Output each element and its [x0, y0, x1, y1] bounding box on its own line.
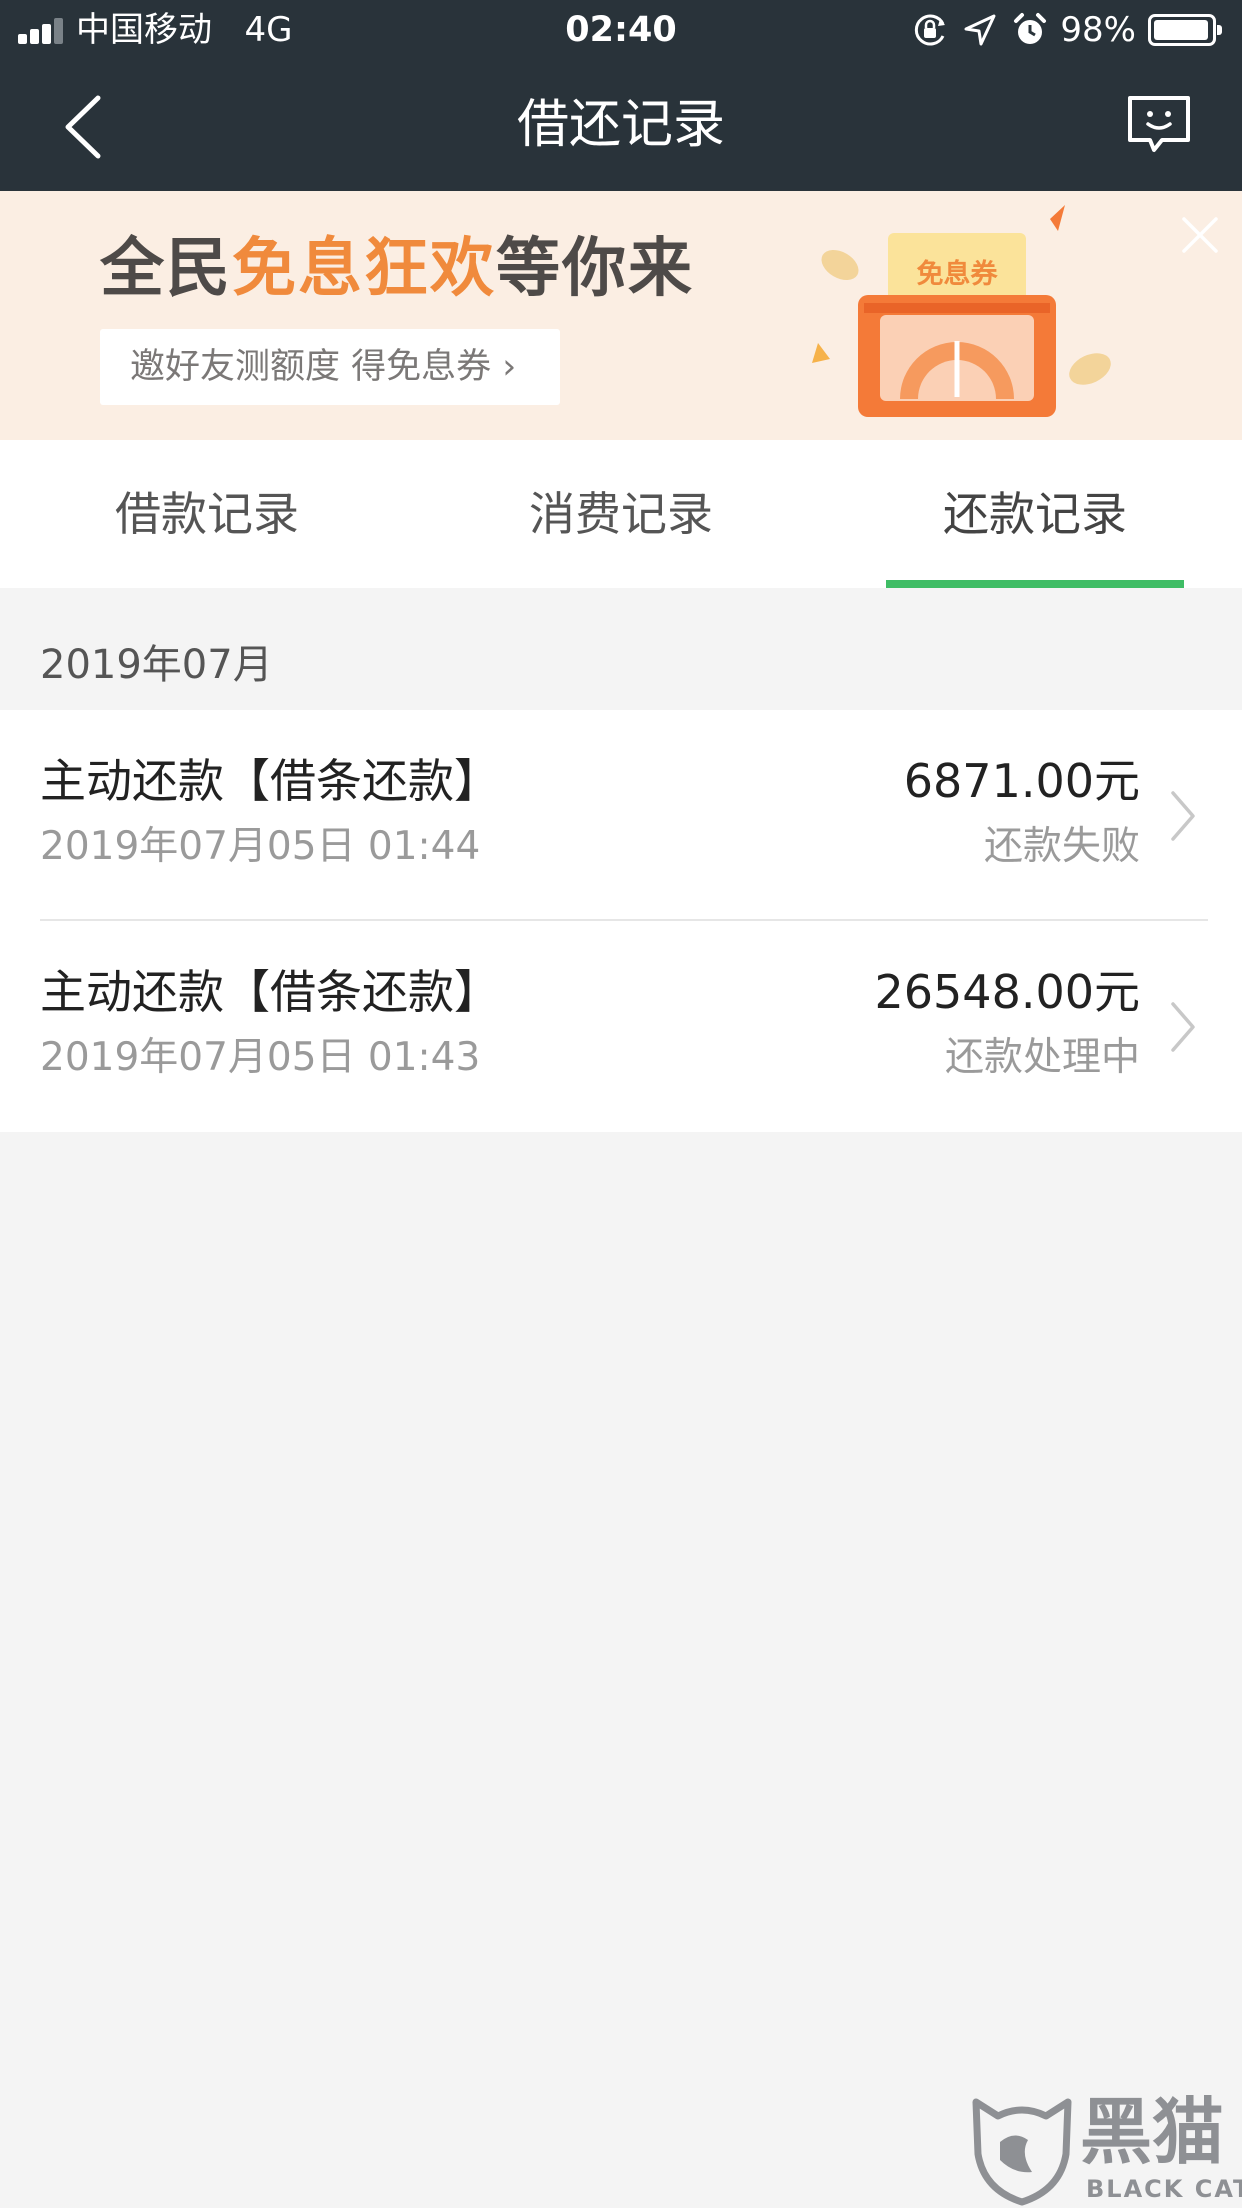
record-title: 主动还款【借条还款】: [40, 754, 500, 808]
screen: 中国移动 4G 02:40 98% 借还记录 全民免息狂欢等你来 邀好友测额度 …: [0, 0, 1242, 2208]
record-tabs: 借款记录 消费记录 还款记录: [0, 440, 1242, 588]
chat-feedback-icon[interactable]: [1126, 94, 1192, 156]
location-icon: [964, 14, 996, 46]
page-title: 借还记录: [516, 95, 725, 155]
list-item[interactable]: 主动还款【借条还款】 2019年07月05日 01:44 6871.00元 还款…: [0, 710, 1242, 921]
banner-headline: 全民免息狂欢等你来: [100, 231, 694, 307]
battery-icon: [1148, 14, 1222, 46]
record-status: 还款失败: [983, 824, 1140, 869]
list-item[interactable]: 主动还款【借条还款】 2019年07月05日 01:43 26548.00元 还…: [0, 921, 1242, 1132]
record-status: 还款处理中: [944, 1035, 1140, 1080]
coupon-box-illustration: 免息券: [812, 205, 1111, 417]
record-time: 2019年07月05日 01:44: [40, 824, 481, 869]
tab-consumption-records[interactable]: 消费记录: [414, 440, 828, 588]
record-amount: 26548.00元: [874, 965, 1141, 1019]
banner-cta-button[interactable]: 邀好友测额度 得免息券 ›: [100, 329, 560, 405]
record-title: 主动还款【借条还款】: [40, 965, 500, 1019]
black-cat-watermark: 黑猫 BLACK CAT: [964, 2090, 1242, 2208]
headline-part1: 全民: [100, 232, 232, 306]
tab-loan-records[interactable]: 借款记录: [0, 440, 414, 588]
headline-highlight: 免息狂欢: [232, 232, 496, 306]
month-header: 2019年07月: [40, 642, 273, 688]
nav-bar: 借还记录: [0, 62, 1242, 191]
alarm-icon: [1014, 13, 1047, 44]
chevron-right-icon: [1171, 1002, 1195, 1052]
chevron-right-icon: [1171, 791, 1195, 841]
record-amount: 6871.00元: [903, 754, 1140, 808]
orientation-lock-icon: [915, 14, 946, 46]
tab-repayment-records[interactable]: 还款记录: [828, 440, 1242, 588]
status-icons: 98%: [910, 10, 1222, 50]
headline-part2: 等你来: [496, 232, 694, 306]
close-icon[interactable]: [1178, 213, 1222, 257]
black-cat-logo-icon: [972, 2098, 1072, 2206]
watermark-name: 黑猫: [1080, 2090, 1225, 2174]
record-time: 2019年07月05日 01:43: [40, 1035, 481, 1080]
top-bar: 中国移动 4G 02:40 98% 借还记录: [0, 0, 1242, 191]
promo-banner[interactable]: 全民免息狂欢等你来 邀好友测额度 得免息券 › 免息券: [0, 191, 1242, 440]
coupon-label: 免息券: [917, 258, 999, 290]
status-bar: 中国移动 4G 02:40 98%: [0, 0, 1242, 62]
active-tab-indicator: [886, 580, 1184, 588]
watermark-sub: BLACK CAT: [1086, 2175, 1242, 2203]
repayment-list: 主动还款【借条还款】 2019年07月05日 01:44 6871.00元 还款…: [0, 710, 1242, 1132]
battery-percent: 98%: [1060, 10, 1136, 50]
